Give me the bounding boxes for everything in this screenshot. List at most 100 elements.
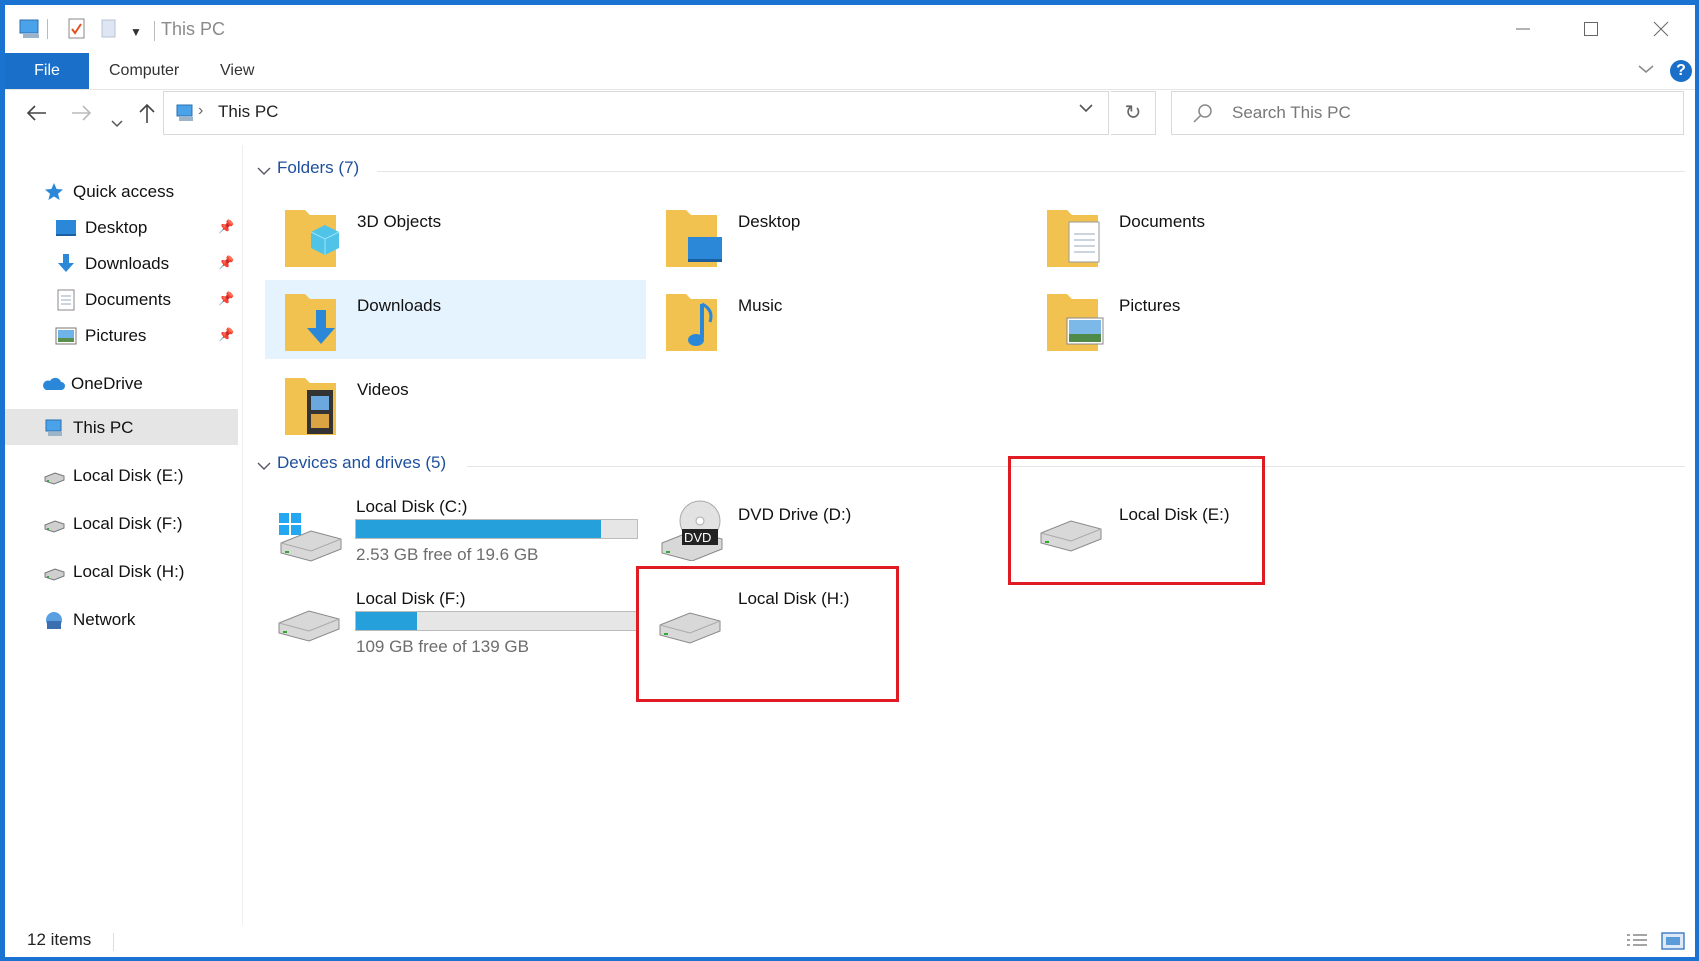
- tab-view[interactable]: View: [220, 53, 254, 89]
- pin-icon: 📌: [218, 255, 235, 270]
- drive-label: DVD Drive (D:): [738, 505, 852, 524]
- videos-folder-icon: [283, 378, 345, 444]
- drive-local-disk-f[interactable]: Local Disk (F:) 109 GB free of 139 GB: [275, 589, 645, 659]
- documents-folder-icon: [1045, 210, 1107, 276]
- refresh-button[interactable]: ↻: [1111, 91, 1156, 135]
- address-path[interactable]: This PC: [218, 102, 278, 122]
- tab-computer[interactable]: Computer: [109, 53, 179, 89]
- back-button[interactable]: [25, 103, 49, 129]
- maximize-button[interactable]: [1561, 13, 1621, 45]
- pin-icon: 📌: [218, 327, 235, 342]
- sidebar-item-label: Desktop: [85, 218, 148, 237]
- sidebar-item-documents[interactable]: Documents: [55, 283, 171, 317]
- folders-collapse-chevron-icon[interactable]: [257, 163, 271, 181]
- computer-icon[interactable]: [17, 17, 43, 46]
- minimize-button[interactable]: [1493, 13, 1553, 45]
- new-folder-icon[interactable]: [101, 17, 117, 46]
- title-separator: [154, 21, 155, 41]
- drive-dvd-d[interactable]: DVD DVD Drive (D:): [656, 497, 956, 567]
- desktop-icon: [55, 217, 77, 239]
- sidebar-item-label: OneDrive: [71, 374, 143, 393]
- drive-free-space: 109 GB free of 139 GB: [356, 637, 529, 656]
- window-title: This PC: [161, 19, 226, 39]
- highlight-box-local-disk-h: [636, 566, 899, 702]
- sidebar-item-desktop[interactable]: Desktop: [55, 211, 147, 245]
- documents-icon: [55, 289, 77, 311]
- folder-label: 3D Objects: [357, 212, 442, 231]
- download-icon: [55, 253, 77, 275]
- sidebar-item-network[interactable]: Network: [43, 603, 135, 637]
- folder-3d-objects[interactable]: 3D Objects: [283, 202, 441, 277]
- navigation-pane: Quick access Desktop 📌 Downloads 📌 Docum…: [5, 145, 243, 925]
- pictures-icon: [55, 325, 77, 347]
- sidebar-item-label: Local Disk (E:): [73, 466, 184, 485]
- address-dropdown-icon[interactable]: [1078, 101, 1094, 119]
- search-input[interactable]: Search This PC: [1232, 103, 1351, 123]
- drive-icon: [275, 603, 345, 654]
- folder-downloads[interactable]: Downloads: [283, 286, 441, 361]
- expand-ribbon-icon[interactable]: [1637, 62, 1655, 78]
- pin-icon: 📌: [218, 291, 235, 306]
- help-button[interactable]: ?: [1670, 60, 1692, 82]
- desktop-folder-icon: [664, 210, 726, 276]
- search-box[interactable]: Search This PC: [1171, 91, 1684, 135]
- large-icons-view-icon[interactable]: [1661, 931, 1685, 956]
- forward-button[interactable]: [69, 103, 93, 129]
- up-button[interactable]: [137, 101, 157, 131]
- folder-music[interactable]: Music: [664, 286, 782, 361]
- dvd-badge: DVD: [684, 530, 712, 545]
- status-item-count: 12 items: [27, 930, 92, 949]
- sidebar-item-this-pc[interactable]: This PC: [43, 411, 133, 445]
- details-view-icon[interactable]: [1625, 931, 1649, 956]
- folder-label: Desktop: [738, 212, 801, 231]
- sidebar-item-local-disk-f[interactable]: Local Disk (F:): [43, 507, 183, 541]
- music-folder-icon: [664, 294, 726, 360]
- sidebar-item-local-disk-h[interactable]: Local Disk (H:): [43, 555, 184, 589]
- folder-desktop[interactable]: Desktop: [664, 202, 800, 277]
- drive-local-disk-c[interactable]: Local Disk (C:) 2.53 GB free of 19.6 GB: [275, 497, 645, 567]
- drive-usage-bar: [355, 611, 638, 631]
- title-bar: ▼ This PC: [5, 5, 1695, 53]
- sidebar-item-downloads[interactable]: Downloads: [55, 247, 169, 281]
- 3d-objects-folder-icon: [283, 210, 345, 276]
- sidebar-item-label: Downloads: [85, 254, 170, 273]
- sidebar-item-pictures[interactable]: Pictures: [55, 319, 146, 353]
- network-icon: [43, 609, 65, 631]
- drive-icon: [43, 561, 65, 583]
- drives-group-header[interactable]: Devices and drives (5): [277, 453, 446, 473]
- customize-toolbar-icon[interactable]: ▼: [130, 25, 142, 39]
- address-bar[interactable]: › This PC: [163, 91, 1109, 135]
- drive-icon: [43, 465, 65, 487]
- sidebar-item-label: Network: [73, 610, 136, 629]
- ribbon: File Computer View ?: [5, 53, 1695, 90]
- drive-usage-fill: [356, 612, 417, 630]
- sidebar-item-quick-access[interactable]: Quick access: [43, 175, 174, 209]
- tab-file[interactable]: File: [5, 53, 89, 89]
- drives-collapse-chevron-icon[interactable]: [257, 458, 271, 476]
- sidebar-item-label: Local Disk (H:): [73, 562, 185, 581]
- folder-label: Pictures: [1119, 296, 1181, 315]
- breadcrumb-separator-icon[interactable]: ›: [198, 102, 203, 120]
- star-icon: [43, 181, 65, 203]
- folder-documents[interactable]: Documents: [1045, 202, 1205, 277]
- drive-usage-fill: [356, 520, 601, 538]
- folder-pictures[interactable]: Pictures: [1045, 286, 1180, 361]
- sidebar-item-onedrive[interactable]: OneDrive: [41, 367, 143, 401]
- close-button[interactable]: [1631, 13, 1691, 45]
- sidebar-item-label: Pictures: [85, 326, 147, 345]
- sidebar-item-label: Documents: [85, 290, 171, 309]
- properties-icon[interactable]: [67, 17, 87, 46]
- drive-free-space: 2.53 GB free of 19.6 GB: [356, 545, 539, 564]
- sidebar-item-label: Local Disk (F:): [73, 514, 183, 533]
- folders-group-header[interactable]: Folders (7): [277, 158, 359, 178]
- pictures-folder-icon: [1045, 294, 1107, 360]
- folder-videos[interactable]: Videos: [283, 370, 409, 445]
- recent-locations-chevron-icon[interactable]: [111, 109, 123, 135]
- sidebar-item-local-disk-e[interactable]: Local Disk (E:): [43, 459, 184, 493]
- explorer-window: ▼ This PC File Computer View ? › This PC…: [5, 5, 1695, 957]
- drive-label: Local Disk (C:): [356, 497, 468, 516]
- sidebar-item-label: This PC: [73, 418, 134, 437]
- highlight-box-local-disk-e: [1008, 456, 1265, 585]
- search-icon: [1192, 103, 1214, 130]
- drive-icon: [43, 513, 65, 535]
